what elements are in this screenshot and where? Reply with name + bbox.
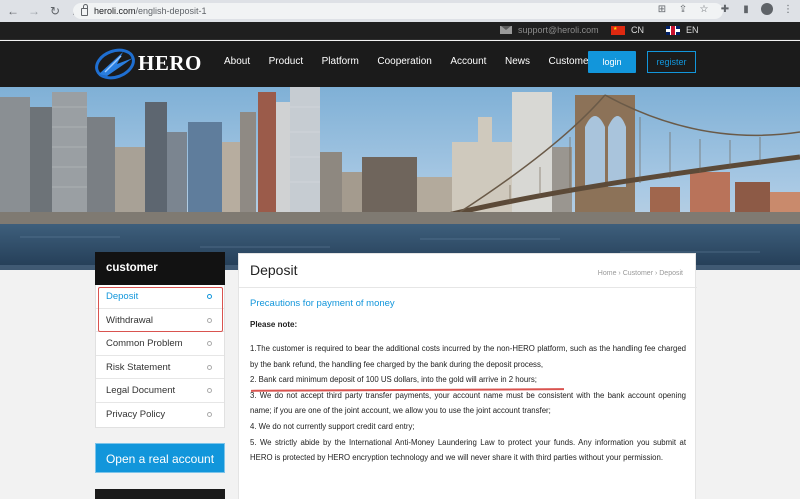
site-header: HERO About Product Platform Cooperation …	[0, 41, 800, 87]
sidebar-dark-panel	[95, 489, 225, 499]
lang-cn-label: CN	[631, 25, 644, 35]
lang-en-link[interactable]: EN	[666, 25, 699, 35]
nav-customer[interactable]: Customer	[548, 56, 591, 67]
note-paragraph-1: 1.The customer is required to bear the a…	[250, 344, 686, 369]
sidebar-item-common-problem[interactable]: Common Problem	[96, 332, 224, 356]
sidebar-menu: Deposit Withdrawal Common Problem Risk S…	[95, 285, 225, 428]
hero-banner-image	[0, 87, 800, 270]
note-paragraph-2: 2. Bank card minimum deposit of 100 US d…	[250, 375, 537, 385]
hero-logo-icon	[95, 48, 135, 80]
note-paragraph-5: 5. We strictly abide by the Internationa…	[250, 437, 686, 463]
lang-en-label: EN	[686, 25, 699, 35]
lang-cn-link[interactable]: CN	[611, 25, 644, 35]
nav-news[interactable]: News	[505, 56, 530, 67]
main-nav: About Product Platform Cooperation Accou…	[224, 56, 610, 67]
sidebar-item-label: Common Problem	[106, 338, 183, 350]
sidepanel-icon[interactable]: ▮	[740, 4, 752, 15]
sidebar-title: customer	[95, 252, 225, 285]
support-email[interactable]: support@heroli.com	[500, 25, 599, 35]
envelope-icon	[500, 26, 512, 34]
share-icon[interactable]: ⇪	[677, 4, 689, 15]
main-content-panel: Deposit Home › Customer › Deposit Precau…	[238, 253, 697, 499]
register-button[interactable]: register	[647, 51, 696, 73]
translate-icon[interactable]: ⊞	[656, 4, 668, 15]
site-topbar: support@heroli.com CN EN	[0, 22, 800, 40]
address-bar[interactable]: heroli.com/english-deposit-1	[73, 3, 723, 19]
nav-account[interactable]: Account	[450, 56, 486, 67]
note-label: Please note:	[250, 320, 298, 329]
sidebar-item-risk-statement[interactable]: Risk Statement	[96, 356, 224, 380]
uk-flag-icon	[666, 25, 680, 35]
browser-toolbar: ← → ↻ ⌂ heroli.com/english-deposit-1 ⊞ ⇪…	[0, 0, 800, 22]
circle-icon	[207, 364, 212, 370]
sidebar-item-privacy-policy[interactable]: Privacy Policy	[96, 403, 224, 427]
url-path: /english-deposit-1	[135, 6, 207, 16]
circle-icon	[207, 341, 212, 347]
title-divider	[239, 287, 697, 288]
site-logo[interactable]: HERO	[93, 46, 202, 80]
forward-icon[interactable]: →	[28, 5, 40, 17]
nav-about[interactable]: About	[224, 56, 250, 67]
breadcrumb[interactable]: Home › Customer › Deposit	[598, 270, 683, 277]
logo-text: HERO	[138, 50, 202, 75]
back-icon[interactable]: ←	[7, 5, 19, 17]
nav-platform[interactable]: Platform	[322, 56, 359, 67]
sidebar-item-withdrawal[interactable]: Withdrawal	[96, 309, 224, 333]
nav-product[interactable]: Product	[269, 56, 303, 67]
circle-icon	[207, 411, 212, 417]
nav-cooperation[interactable]: Cooperation	[377, 56, 431, 67]
login-button[interactable]: login	[588, 51, 636, 73]
page-title: Deposit	[250, 262, 298, 278]
support-email-text: support@heroli.com	[518, 25, 599, 35]
url-host: heroli.com	[94, 6, 136, 16]
note-paragraph-4: 4. We do not currently support credit ca…	[250, 421, 415, 431]
extensions-icon[interactable]: ✚	[719, 4, 731, 15]
sidebar-item-label: Privacy Policy	[106, 408, 166, 420]
sidebar-item-legal-document[interactable]: Legal Document	[96, 379, 224, 403]
sidebar-item-label: Withdrawal	[106, 314, 153, 326]
open-real-account-button[interactable]: Open a real account	[95, 443, 225, 473]
deposit-notes-text: 1.The customer is required to bear the a…	[250, 341, 686, 466]
circle-icon	[207, 294, 212, 299]
note-paragraph-3: 3. We do not accept third party transfer…	[250, 390, 686, 416]
bookmark-star-icon[interactable]: ☆	[698, 4, 710, 15]
browser-menu-icon[interactable]: ⋮	[782, 4, 794, 15]
city-skyline-illustration	[0, 87, 800, 270]
sidebar-item-label: Deposit	[106, 291, 139, 302]
section-subheading: Precautions for payment of money	[250, 298, 395, 309]
sidebar-item-label: Legal Document	[106, 385, 176, 397]
circle-icon	[207, 388, 212, 394]
sidebar-item-label: Risk Statement	[106, 361, 171, 373]
china-flag-icon	[611, 25, 625, 35]
circle-icon	[207, 317, 212, 323]
sidebar-item-deposit[interactable]: Deposit	[96, 285, 224, 309]
customer-sidebar: customer Deposit Withdrawal Common Probl…	[95, 252, 225, 428]
profile-avatar[interactable]	[761, 3, 773, 15]
reload-icon[interactable]: ↻	[49, 5, 61, 17]
lock-icon	[81, 4, 88, 16]
